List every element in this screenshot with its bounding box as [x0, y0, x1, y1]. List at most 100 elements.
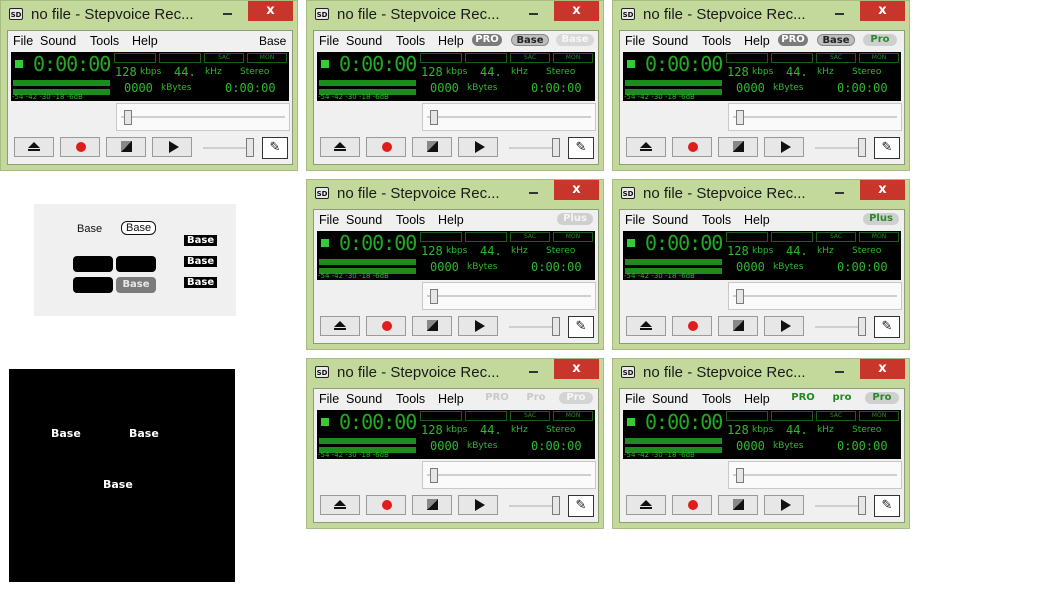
mon-indicator[interactable]: MON [553, 411, 593, 421]
menu-file[interactable]: File [319, 392, 339, 406]
menu-file[interactable]: File [319, 34, 339, 48]
menu-help[interactable]: Help [132, 34, 158, 48]
seek-thumb[interactable] [736, 289, 744, 304]
menu-file[interactable]: File [13, 34, 33, 48]
seek-thumb[interactable] [736, 468, 744, 483]
seek-thumb[interactable] [430, 110, 438, 125]
seek-slider[interactable] [422, 461, 596, 489]
sd-app-icon[interactable]: SD [621, 8, 635, 20]
seek-slider[interactable] [728, 282, 902, 310]
menu-sound[interactable]: Sound [652, 392, 688, 406]
stop-button[interactable] [412, 316, 452, 336]
menu-sound[interactable]: Sound [346, 213, 382, 227]
menu-tools[interactable]: Tools [702, 213, 731, 227]
seek-slider[interactable] [422, 103, 596, 131]
mon-indicator[interactable]: MON [859, 53, 899, 63]
close-button[interactable]: x [860, 180, 905, 200]
sac-indicator[interactable]: SAC [204, 53, 244, 63]
eject-button[interactable] [626, 316, 666, 336]
eject-button[interactable] [626, 137, 666, 157]
play-button[interactable] [764, 137, 804, 157]
menu-file[interactable]: File [625, 34, 645, 48]
close-button[interactable]: x [860, 1, 905, 21]
mon-indicator[interactable]: MON [859, 411, 899, 421]
sac-indicator[interactable]: SAC [510, 411, 550, 421]
stop-button[interactable] [718, 495, 758, 515]
menu-sound[interactable]: Sound [40, 34, 76, 48]
record-button[interactable] [366, 137, 406, 157]
seek-thumb[interactable] [430, 289, 438, 304]
volume-thumb[interactable] [858, 138, 866, 157]
menu-tools[interactable]: Tools [702, 34, 731, 48]
sac-indicator[interactable]: SAC [816, 232, 856, 242]
microphone-settings-button[interactable]: ✎ [874, 137, 900, 159]
record-button[interactable] [672, 495, 712, 515]
microphone-settings-button[interactable]: ✎ [568, 495, 594, 517]
close-button[interactable]: x [248, 1, 293, 21]
menu-help[interactable]: Help [438, 34, 464, 48]
record-button[interactable] [60, 137, 100, 157]
minimize-button[interactable] [834, 365, 846, 375]
record-button[interactable] [672, 316, 712, 336]
seek-thumb[interactable] [124, 110, 132, 125]
stop-button[interactable] [718, 137, 758, 157]
play-button[interactable] [764, 495, 804, 515]
volume-thumb[interactable] [552, 317, 560, 336]
record-button[interactable] [366, 495, 406, 515]
menu-help[interactable]: Help [438, 213, 464, 227]
stop-button[interactable] [718, 316, 758, 336]
seek-slider[interactable] [728, 461, 902, 489]
menu-file[interactable]: File [625, 213, 645, 227]
stop-button[interactable] [106, 137, 146, 157]
minimize-button[interactable] [834, 7, 846, 17]
menu-tools[interactable]: Tools [396, 392, 425, 406]
close-button[interactable]: x [860, 359, 905, 379]
play-button[interactable] [458, 495, 498, 515]
microphone-settings-button[interactable]: ✎ [568, 316, 594, 338]
volume-thumb[interactable] [552, 138, 560, 157]
sd-app-icon[interactable]: SD [621, 187, 635, 199]
microphone-settings-button[interactable]: ✎ [262, 137, 288, 159]
menu-sound[interactable]: Sound [652, 34, 688, 48]
stop-button[interactable] [412, 137, 452, 157]
minimize-button[interactable] [222, 7, 234, 17]
sd-app-icon[interactable]: SD [9, 8, 23, 20]
menu-tools[interactable]: Tools [396, 34, 425, 48]
sac-indicator[interactable]: SAC [510, 53, 550, 63]
eject-button[interactable] [626, 495, 666, 515]
seek-slider[interactable] [728, 103, 902, 131]
eject-button[interactable] [320, 137, 360, 157]
eject-button[interactable] [320, 495, 360, 515]
play-button[interactable] [152, 137, 192, 157]
mon-indicator[interactable]: MON [553, 232, 593, 242]
menu-sound[interactable]: Sound [652, 213, 688, 227]
seek-thumb[interactable] [736, 110, 744, 125]
seek-slider[interactable] [116, 103, 290, 131]
close-button[interactable]: x [554, 180, 599, 200]
sac-indicator[interactable]: SAC [816, 411, 856, 421]
menu-tools[interactable]: Tools [702, 392, 731, 406]
mon-indicator[interactable]: MON [553, 53, 593, 63]
close-button[interactable]: x [554, 359, 599, 379]
menu-help[interactable]: Help [744, 213, 770, 227]
microphone-settings-button[interactable]: ✎ [874, 495, 900, 517]
sd-app-icon[interactable]: SD [621, 366, 635, 378]
minimize-button[interactable] [528, 365, 540, 375]
menu-sound[interactable]: Sound [346, 34, 382, 48]
minimize-button[interactable] [528, 7, 540, 17]
volume-thumb[interactable] [858, 496, 866, 515]
menu-help[interactable]: Help [744, 34, 770, 48]
menu-help[interactable]: Help [744, 392, 770, 406]
sd-app-icon[interactable]: SD [315, 366, 329, 378]
mon-indicator[interactable]: MON [859, 232, 899, 242]
volume-thumb[interactable] [552, 496, 560, 515]
volume-thumb[interactable] [858, 317, 866, 336]
minimize-button[interactable] [528, 186, 540, 196]
sac-indicator[interactable]: SAC [510, 232, 550, 242]
menu-help[interactable]: Help [438, 392, 464, 406]
menu-file[interactable]: File [319, 213, 339, 227]
play-button[interactable] [764, 316, 804, 336]
menu-tools[interactable]: Tools [90, 34, 119, 48]
record-button[interactable] [366, 316, 406, 336]
menu-tools[interactable]: Tools [396, 213, 425, 227]
